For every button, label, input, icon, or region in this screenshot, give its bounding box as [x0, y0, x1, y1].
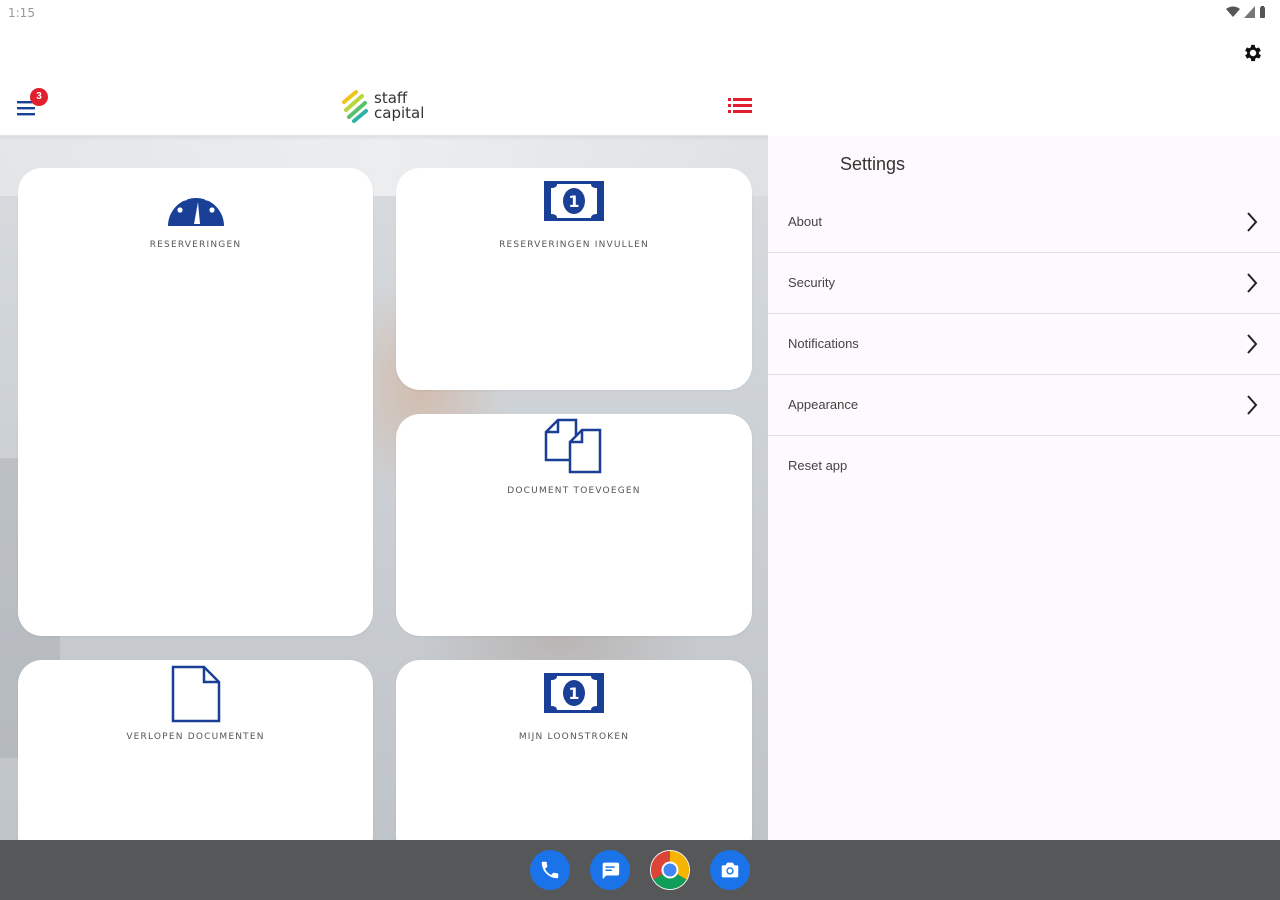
app-panel: 3 staff capital RESERVERINGEN 1 RESERVER…	[0, 78, 768, 840]
settings-item-notifications[interactable]: Notifications	[768, 314, 1280, 375]
app-header: 3 staff capital	[0, 78, 768, 136]
tile-verlopen-documenten[interactable]: VERLOPEN DOCUMENTEN	[18, 660, 373, 840]
gear-icon	[1245, 44, 1261, 62]
battery-icon	[1260, 6, 1265, 18]
chevron-right-icon	[1247, 395, 1258, 415]
settings-item-label: Reset app	[788, 458, 848, 473]
tile-label: VERLOPEN DOCUMENTEN	[126, 732, 265, 742]
svg-text:1: 1	[568, 192, 579, 211]
money-bill-icon: 1	[544, 673, 604, 713]
settings-gear-button[interactable]	[1242, 42, 1264, 64]
logo-mark-icon	[342, 90, 368, 123]
tile-label: RESERVERINGEN	[149, 240, 242, 250]
camera-app-button[interactable]	[710, 850, 750, 890]
chevron-right-icon	[1247, 212, 1258, 232]
list-view-button[interactable]	[726, 95, 754, 119]
status-icons	[1226, 6, 1266, 18]
settings-list: About Security Notifications Appearance …	[768, 192, 1280, 497]
chrome-app-button[interactable]	[650, 850, 690, 890]
messages-icon	[602, 862, 620, 880]
menu-button[interactable]: 3	[16, 88, 48, 120]
phone-icon	[541, 861, 559, 879]
chevron-right-icon	[1247, 334, 1258, 354]
tile-label: MIJN LOONSTROKEN	[518, 732, 630, 742]
messages-app-button[interactable]	[590, 850, 630, 890]
copy-documents-icon	[544, 418, 602, 474]
settings-panel: Settings About Security Notifications Ap…	[768, 136, 1280, 840]
settings-item-label: About	[788, 214, 822, 229]
tile-label: RESERVERINGEN INVULLEN	[499, 240, 649, 250]
staff-capital-logo: staff capital	[340, 86, 440, 126]
notification-badge: 3	[30, 88, 48, 106]
status-bar: 1:15	[0, 0, 1280, 26]
camera-icon	[721, 862, 739, 878]
dashboard-gauge-icon	[167, 190, 224, 226]
svg-text:1: 1	[568, 684, 579, 703]
signal-icon	[1244, 6, 1255, 18]
tile-document-toevoegen[interactable]: DOCUMENT TOEVOEGEN	[396, 414, 752, 636]
chrome-icon	[650, 850, 690, 890]
settings-item-reset-app[interactable]: Reset app	[768, 436, 1280, 497]
tile-reserveringen-invullen[interactable]: 1 RESERVERINGEN INVULLEN	[396, 168, 752, 390]
chevron-right-icon	[1247, 273, 1258, 293]
wifi-icon	[1226, 6, 1240, 17]
settings-item-label: Appearance	[788, 397, 859, 412]
tile-mijn-loonstroken[interactable]: 1 MIJN LOONSTROKEN	[396, 660, 752, 840]
tile-label: DOCUMENT TOEVOEGEN	[507, 486, 641, 496]
document-icon	[171, 665, 220, 723]
app-dock	[530, 850, 750, 890]
status-time: 1:15	[8, 6, 35, 20]
phone-app-button[interactable]	[530, 850, 570, 890]
settings-item-appearance[interactable]: Appearance	[768, 375, 1280, 436]
list-icon	[728, 98, 752, 113]
navigation-bar	[0, 840, 1280, 900]
tile-reserveringen[interactable]: RESERVERINGEN	[18, 168, 373, 636]
settings-item-about[interactable]: About	[768, 192, 1280, 253]
settings-item-label: Notifications	[788, 336, 859, 351]
settings-item-security[interactable]: Security	[768, 253, 1280, 314]
settings-title: Settings	[840, 154, 906, 174]
money-bill-icon: 1	[544, 181, 604, 221]
logo-line-2: capital	[374, 104, 425, 122]
settings-item-label: Security	[788, 275, 835, 290]
